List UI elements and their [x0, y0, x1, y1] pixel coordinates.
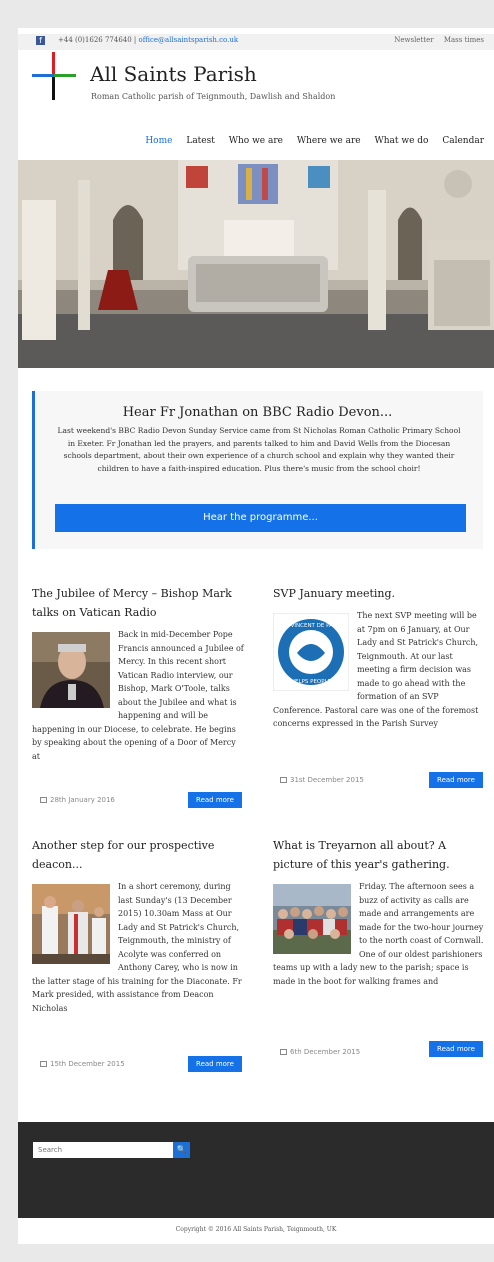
nav-latest[interactable]: Latest	[186, 136, 215, 146]
top-links: Newsletter Mass times	[386, 36, 484, 44]
read-more-button[interactable]: Read more	[188, 792, 242, 808]
nav-who-we-are[interactable]: Who we are	[229, 136, 283, 146]
nav-calendar[interactable]: Calendar	[442, 136, 484, 146]
search-button[interactable]: 🔍	[173, 1142, 190, 1158]
post-date: 6th December 2015	[280, 1048, 360, 1056]
hero-church-interior-image	[18, 160, 494, 368]
post-prospective-deacon: Another step for our prospective deacon.…	[32, 836, 246, 1015]
contact-separator: |	[133, 36, 137, 44]
search-icon: 🔍	[176, 1145, 187, 1154]
site-title[interactable]: All Saints Parish	[90, 62, 257, 86]
calendar-icon	[280, 777, 287, 783]
page: f +44 (0)1626 774640 | office@allsaintsp…	[18, 28, 494, 1244]
post-treyarnon-gathering: What is Treyarnon all about? A picture o…	[273, 836, 485, 988]
read-more-button[interactable]: Read more	[429, 1041, 483, 1057]
phone-number: +44 (0)1626 774640	[58, 36, 132, 44]
post-date: 15th December 2015	[40, 1060, 125, 1068]
read-more-button[interactable]: Read more	[429, 772, 483, 788]
calendar-icon	[280, 1049, 287, 1055]
radio-notice-box: Hear Fr Jonathan on BBC Radio Devon... L…	[32, 391, 483, 549]
calendar-icon	[40, 1061, 47, 1067]
mass-times-link[interactable]: Mass times	[444, 36, 484, 44]
main-nav: Home Latest Who we are Where we are What…	[134, 136, 484, 146]
bishop-photo[interactable]	[32, 632, 110, 708]
post-title[interactable]: What is Treyarnon all about? A picture o…	[273, 836, 485, 874]
notice-body: Last weekend's BBC Radio Devon Sunday Se…	[57, 426, 461, 473]
post-title[interactable]: Another step for our prospective deacon.…	[32, 836, 246, 874]
svg-text:ST VINCENT DE PAUL: ST VINCENT DE PAUL	[282, 623, 341, 629]
read-more-button[interactable]: Read more	[188, 1056, 242, 1072]
contact-info: +44 (0)1626 774640 | office@allsaintspar…	[58, 36, 238, 44]
post-title[interactable]: SVP January meeting.	[273, 584, 485, 603]
nav-home[interactable]: Home	[145, 136, 172, 146]
post-title[interactable]: The Jubilee of Mercy – Bishop Mark talks…	[32, 584, 246, 622]
nav-what-we-do[interactable]: What we do	[374, 136, 428, 146]
post-date: 31st December 2015	[280, 776, 364, 784]
facebook-icon[interactable]: f	[36, 36, 45, 45]
svp-logo[interactable]: ST VINCENT DE PAUL HELPS PEOPLE	[273, 613, 349, 691]
footer	[18, 1122, 494, 1218]
notice-title: Hear Fr Jonathan on BBC Radio Devon...	[122, 405, 393, 420]
svg-text:HELPS PEOPLE: HELPS PEOPLE	[291, 679, 332, 685]
search-input[interactable]	[33, 1142, 173, 1158]
acolyte-ceremony-photo[interactable]	[32, 884, 110, 964]
calendar-icon	[40, 797, 47, 803]
post-jubilee-of-mercy: The Jubilee of Mercy – Bishop Mark talks…	[32, 584, 246, 763]
group-photo[interactable]	[273, 884, 351, 954]
post-svp-january-meeting: SVP January meeting. ST VINCENT DE PAUL …	[273, 584, 485, 731]
nav-where-we-are[interactable]: Where we are	[297, 136, 361, 146]
post-date: 28th January 2016	[40, 796, 115, 804]
email-link[interactable]: office@allsaintsparish.co.uk	[139, 36, 239, 44]
newsletter-link[interactable]: Newsletter	[394, 36, 433, 44]
copyright-text: Copyright © 2016 All Saints Parish, Teig…	[175, 1226, 337, 1233]
parish-logo-cross[interactable]	[32, 52, 76, 100]
hear-programme-button[interactable]: Hear the programme...	[55, 504, 466, 532]
site-subtitle: Roman Catholic parish of Teignmouth, Daw…	[91, 92, 336, 101]
